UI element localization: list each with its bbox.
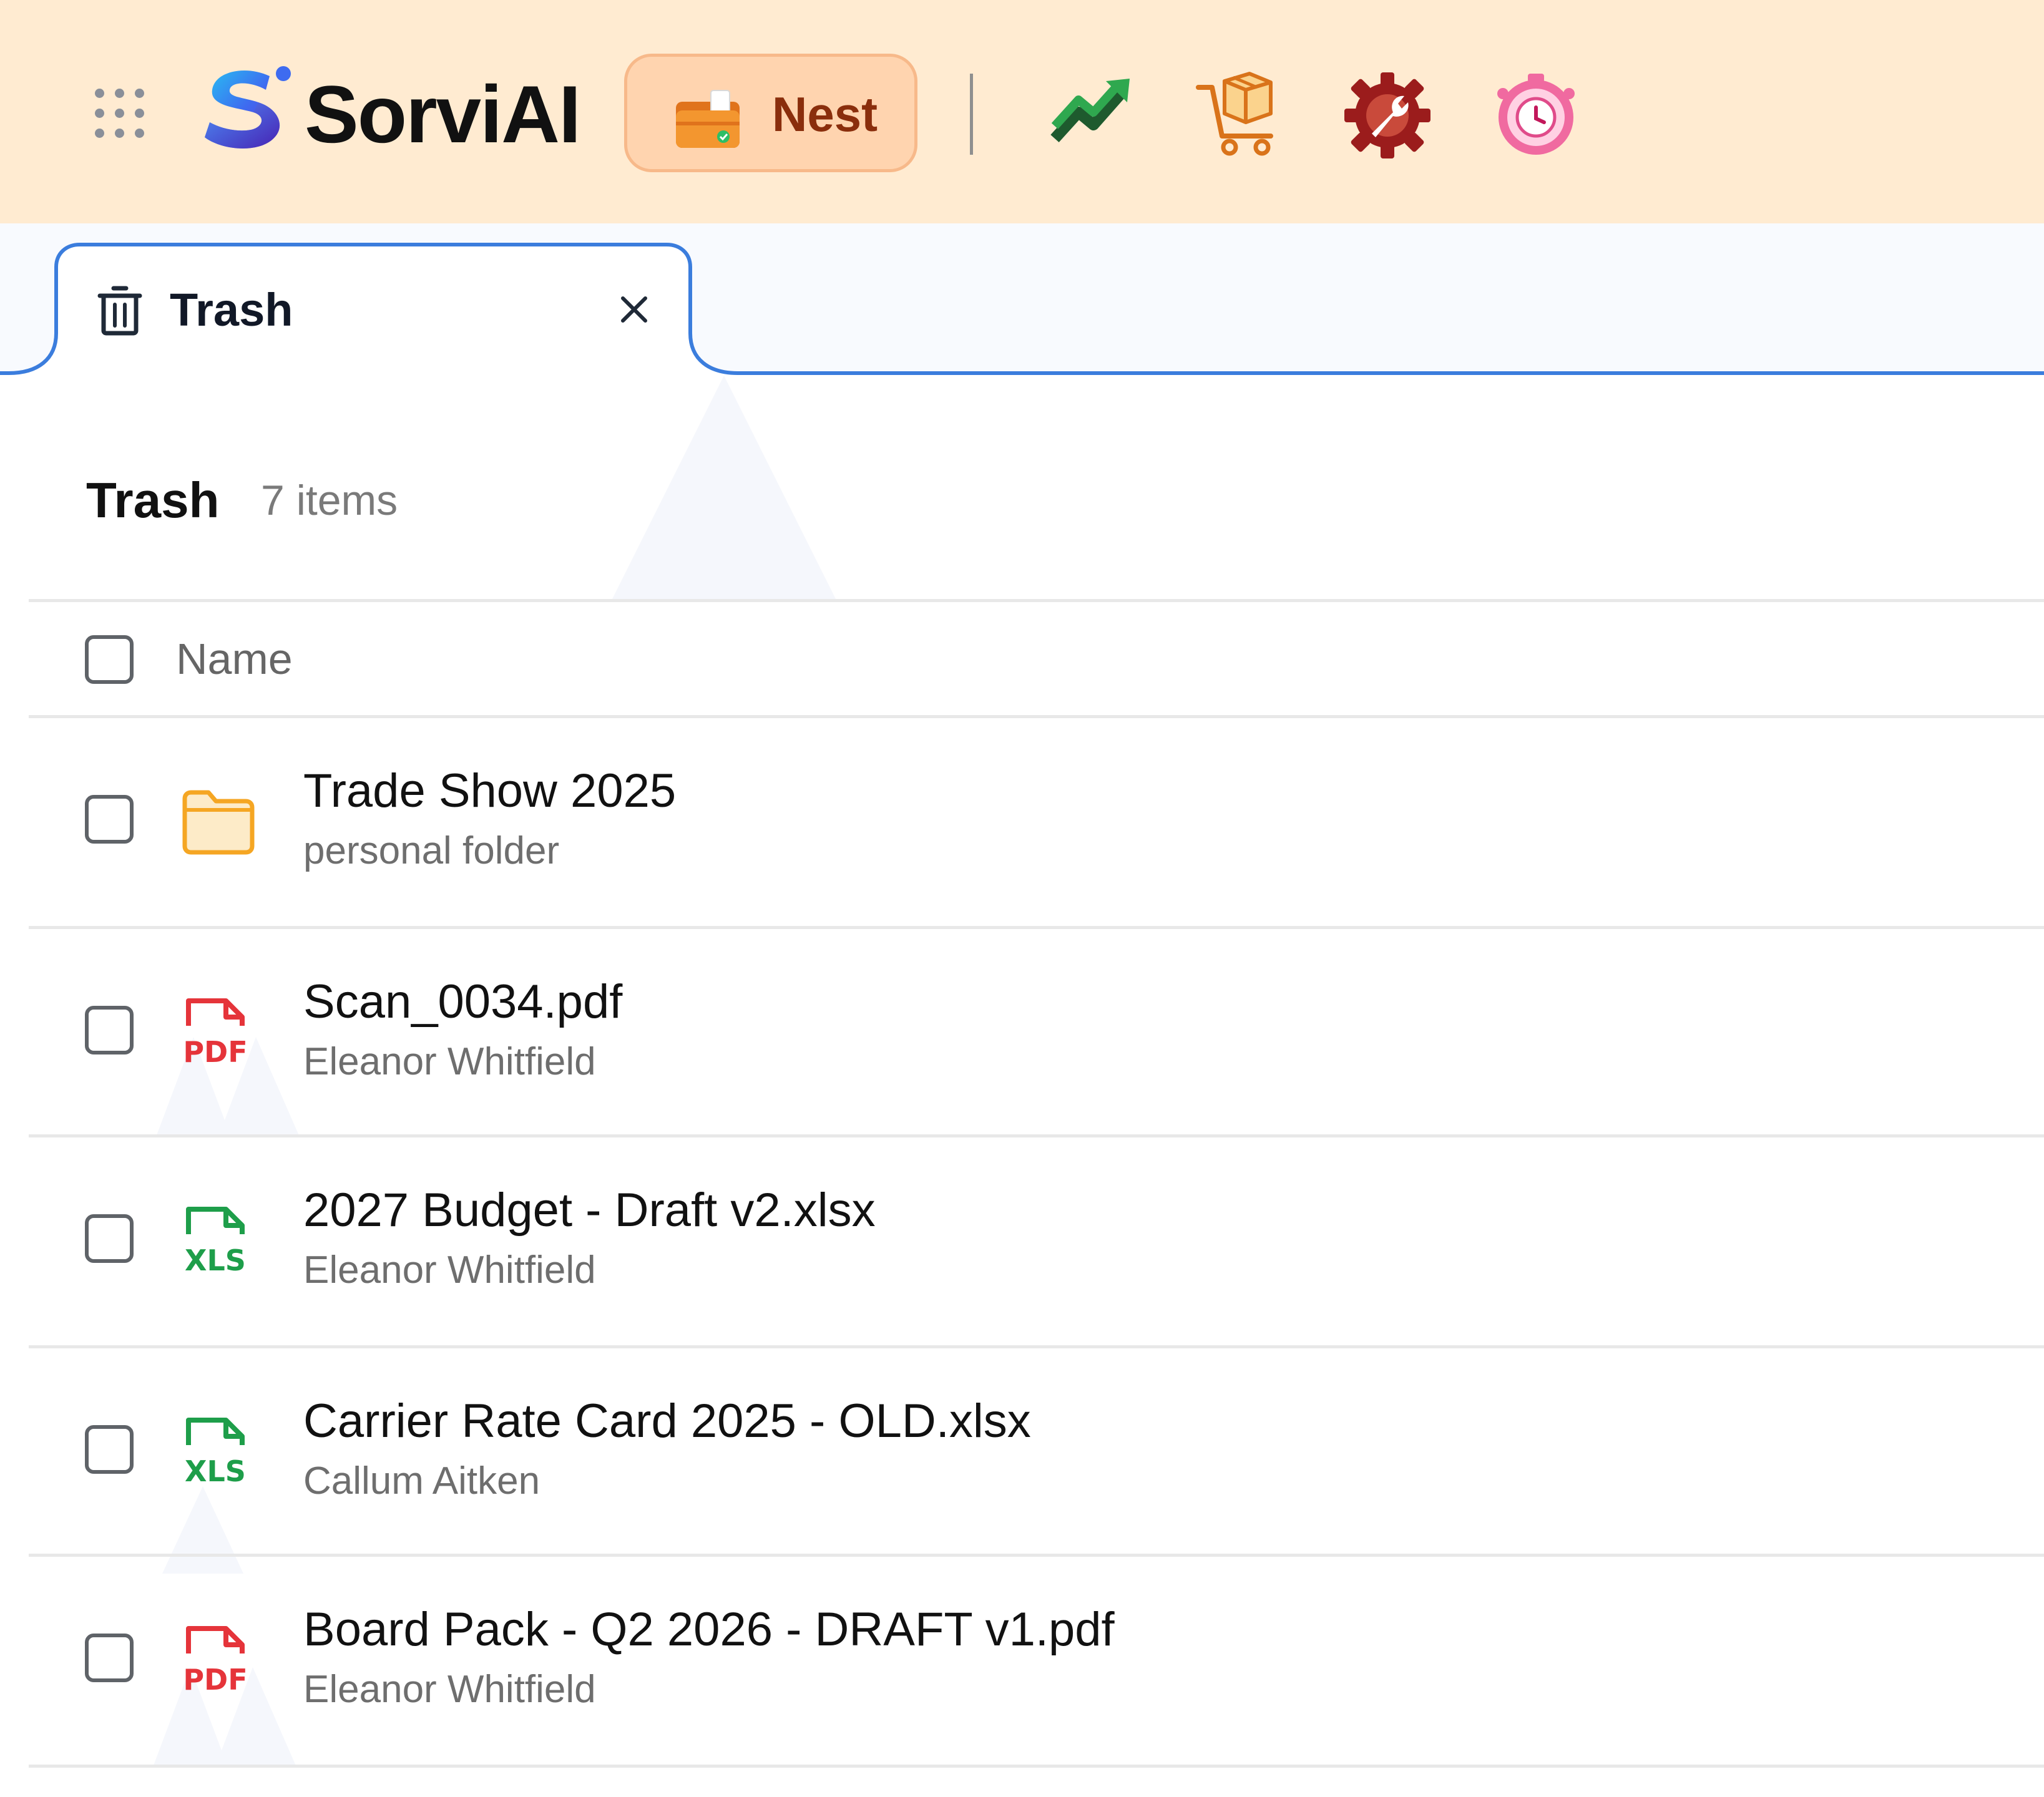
trending-chart-icon[interactable] (1044, 69, 1137, 162)
list-item[interactable]: Trade Show 2025 personal folder (0, 718, 2044, 923)
trash-content: Trash 7 items Name Trade Show 2025 perso… (0, 376, 2044, 1797)
pdf-file-icon: PDF (183, 998, 248, 1069)
shopping-cart-box-icon[interactable] (1192, 69, 1286, 162)
apps-grid-icon[interactable] (91, 85, 147, 141)
xls-file-icon: XLS (185, 1418, 246, 1488)
nest-folder-icon (676, 90, 740, 148)
column-header-name[interactable]: Name (176, 629, 293, 689)
trash-icon (97, 286, 142, 336)
file-owner: personal folder (303, 829, 560, 872)
row-checkbox[interactable] (85, 1006, 134, 1054)
tab-label: Trash (170, 284, 293, 336)
row-checkbox[interactable] (85, 1214, 134, 1263)
row-checkbox[interactable] (85, 795, 134, 844)
nest-app-label: Nest (772, 87, 878, 142)
divider (29, 1765, 2044, 1768)
file-owner: Callum Aitken (303, 1459, 540, 1502)
tab-trash[interactable]: Trash (56, 245, 690, 376)
file-name: Scan_0034.pdf (303, 975, 623, 1028)
item-count: 7 items (261, 477, 398, 524)
list-item[interactable]: PDF Board Pack - Q2 2026 - DRAFT v1.pdf … (0, 1556, 2044, 1762)
file-name: Board Pack - Q2 2026 - DRAFT v1.pdf (303, 1603, 1115, 1656)
file-name: Trade Show 2025 (303, 764, 677, 817)
file-owner: Eleanor Whitfield (303, 1249, 596, 1292)
file-name: Carrier Rate Card 2025 - OLD.xlsx (303, 1395, 1031, 1448)
pdf-badge: PDF (183, 1663, 247, 1697)
row-checkbox[interactable] (85, 1634, 134, 1682)
file-owner: Eleanor Whitfield (303, 1040, 596, 1083)
xls-badge: XLS (185, 1454, 246, 1488)
pdf-file-icon: PDF (183, 1626, 248, 1697)
background-decoration (612, 376, 836, 600)
folder-icon (182, 790, 255, 855)
pink-clock-icon[interactable] (1489, 69, 1583, 162)
list-item[interactable]: XLS Carrier Rate Card 2025 - OLD.xlsx Ca… (0, 1348, 2044, 1554)
list-item[interactable]: XLS 2027 Budget - Draft v2.xlsx Eleanor … (0, 1137, 2044, 1343)
file-owner: Eleanor Whitfield (303, 1668, 596, 1711)
close-icon[interactable] (609, 285, 659, 334)
pdf-badge: PDF (183, 1035, 247, 1069)
sorviai-logo[interactable] (196, 62, 296, 162)
row-checkbox[interactable] (85, 1425, 134, 1474)
brand-name: SorviAI (305, 69, 581, 160)
top-bar: SorviAI Nest (0, 0, 2044, 223)
divider (29, 599, 2044, 602)
header-divider (970, 74, 973, 155)
select-all-checkbox[interactable] (85, 635, 134, 684)
gear-wrench-icon[interactable] (1341, 69, 1434, 162)
file-name: 2027 Budget - Draft v2.xlsx (303, 1184, 876, 1237)
xls-badge: XLS (185, 1244, 246, 1277)
xls-file-icon: XLS (185, 1207, 246, 1277)
page-title: Trash (86, 472, 220, 528)
nest-app-button[interactable]: Nest (624, 54, 917, 172)
list-item[interactable]: PDF Scan_0034.pdf Eleanor Whitfield (0, 928, 2044, 1134)
